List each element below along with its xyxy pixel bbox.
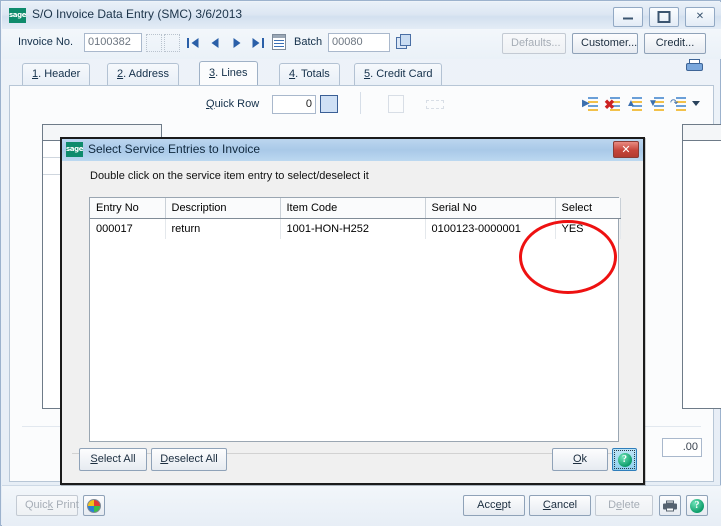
ok-button[interactable]: Ok — [552, 448, 608, 471]
tab-totals-label: . Totals — [295, 68, 330, 80]
lines-grid-right — [682, 124, 721, 409]
invoice-next-number-icon[interactable] — [164, 34, 180, 52]
main-window-title: S/O Invoice Data Entry (SMC) 3/6/2013 — [32, 7, 243, 21]
quick-row-input[interactable]: 0 — [272, 95, 316, 114]
cell-serial-no: 0100123-0000001 — [425, 218, 556, 239]
tab-lines[interactable]: 3. Lines — [199, 61, 258, 85]
cell-select: YES — [555, 218, 621, 239]
cell-description: return — [165, 218, 281, 239]
row-edit-icon[interactable]: ▶ — [582, 96, 598, 111]
help-icon[interactable]: ? — [686, 495, 708, 516]
deselect-all-button[interactable]: Deselect All — [151, 448, 227, 471]
window-controls: ✕ — [610, 7, 715, 27]
close-button[interactable]: ✕ — [685, 7, 715, 27]
column-header-item-code[interactable]: Item Code — [280, 198, 426, 219]
tab-strip: 1. Header 2. Address 3. Lines 4. Totals … — [2, 61, 721, 85]
grid-settings-icon[interactable]: ↷ — [670, 96, 686, 111]
customer-button-label: Customer... — [581, 37, 638, 49]
main-title-bar: sage S/O Invoice Data Entry (SMC) 3/6/20… — [2, 2, 721, 30]
dialog-instruction: Double click on the service item entry t… — [90, 170, 369, 182]
dialog-help-icon: ? — [617, 452, 632, 467]
select-service-entries-dialog: sage Select Service Entries to Invoice ✕… — [60, 137, 645, 485]
delete-button: Delete — [595, 495, 653, 516]
previous-record-icon[interactable] — [207, 35, 222, 50]
calendar-icon[interactable] — [272, 34, 286, 50]
accept-button[interactable]: Accept — [463, 495, 525, 516]
dialog-title: Select Service Entries to Invoice — [88, 142, 261, 156]
last-record-icon[interactable] — [250, 35, 265, 50]
tab-header[interactable]: 1. Header — [22, 63, 91, 85]
credit-button-label: Credit... — [655, 37, 695, 49]
column-header-serial-no[interactable]: Serial No — [425, 198, 556, 219]
quick-row-label: Quick Row — [206, 98, 260, 110]
dialog-button-row: Select All Deselect All Ok ? — [62, 437, 643, 483]
print-preview-icon[interactable] — [83, 495, 105, 516]
application-window: sage S/O Invoice Data Entry (SMC) 3/6/20… — [0, 0, 721, 526]
maximize-button[interactable] — [648, 7, 679, 27]
invoice-no-label: Invoice No. — [18, 36, 74, 48]
row-move-down-icon[interactable]: ▼ — [648, 96, 664, 111]
table-header-row: Entry No Description Item Code Serial No… — [90, 198, 621, 219]
quick-print-button: Quick Print — [16, 495, 79, 516]
cell-item-code: 1001-HON-H252 — [280, 218, 426, 239]
chevron-down-icon[interactable] — [692, 101, 700, 106]
close-icon: ✕ — [695, 11, 705, 22]
batch-input[interactable]: 00080 — [328, 33, 390, 52]
dialog-body: Double click on the service item entry t… — [62, 161, 643, 483]
dialog-sage-logo-icon: sage — [66, 142, 83, 157]
quick-row-lookup-icon[interactable] — [320, 95, 338, 113]
first-record-icon[interactable] — [186, 35, 201, 50]
amount-total-field[interactable]: .00 — [662, 438, 702, 457]
dialog-help-button[interactable]: ? — [612, 448, 637, 471]
credit-button[interactable]: Credit... — [644, 33, 706, 54]
tab-totals[interactable]: 4. Totals — [279, 63, 340, 85]
main-toolbar: Invoice No. 0100382 Batch 00080 Defaults… — [2, 29, 721, 71]
sage-logo-icon: sage — [9, 8, 26, 23]
printer-icon[interactable] — [659, 495, 681, 516]
lines-grid-header-right — [683, 125, 721, 141]
defaults-button: Defaults... — [502, 33, 566, 54]
column-header-entry-no[interactable]: Entry No — [90, 198, 166, 219]
row-move-up-icon[interactable]: ▲ — [626, 96, 642, 111]
table-row[interactable]: 000017 return 1001-HON-H252 0100123-0000… — [90, 218, 621, 239]
tab-credit-card[interactable]: 5. Credit Card — [354, 63, 443, 85]
next-record-icon[interactable] — [229, 35, 244, 50]
row-delete-icon[interactable]: ✖ — [604, 96, 620, 111]
cell-entry-no: 000017 — [90, 218, 166, 239]
invoice-no-input[interactable]: 0100382 — [84, 33, 142, 52]
batch-label: Batch — [294, 36, 323, 48]
row-insert-placeholder-icon — [388, 95, 404, 113]
tab-credit-card-label: . Credit Card — [370, 68, 433, 80]
tab-address[interactable]: 2. Address — [107, 63, 179, 85]
tab-address-label: . Address — [123, 68, 169, 80]
service-entries-table: Entry No Description Item Code Serial No… — [90, 198, 621, 239]
customer-button[interactable]: Customer... — [572, 33, 638, 54]
main-bottom-bar: Quick Print Accept Cancel Delete ? — [2, 485, 721, 526]
column-header-select[interactable]: Select — [555, 198, 621, 219]
service-entries-list-panel[interactable]: Entry No Description Item Code Serial No… — [89, 197, 621, 442]
column-header-description[interactable]: Description — [165, 198, 281, 219]
batch-copy-icon[interactable] — [396, 34, 411, 49]
invoice-lookup-icon[interactable] — [146, 34, 162, 52]
tab-header-label: . Header — [38, 68, 81, 80]
select-all-button[interactable]: Select All — [79, 448, 147, 471]
cancel-button[interactable]: Cancel — [529, 495, 591, 516]
dialog-title-bar: sage Select Service Entries to Invoice ✕ — [62, 139, 643, 162]
dialog-close-button[interactable]: ✕ — [613, 141, 639, 158]
minimize-button[interactable] — [612, 7, 643, 27]
row-move-placeholder-icon — [426, 100, 444, 109]
tab-lines-label: . Lines — [215, 67, 248, 79]
